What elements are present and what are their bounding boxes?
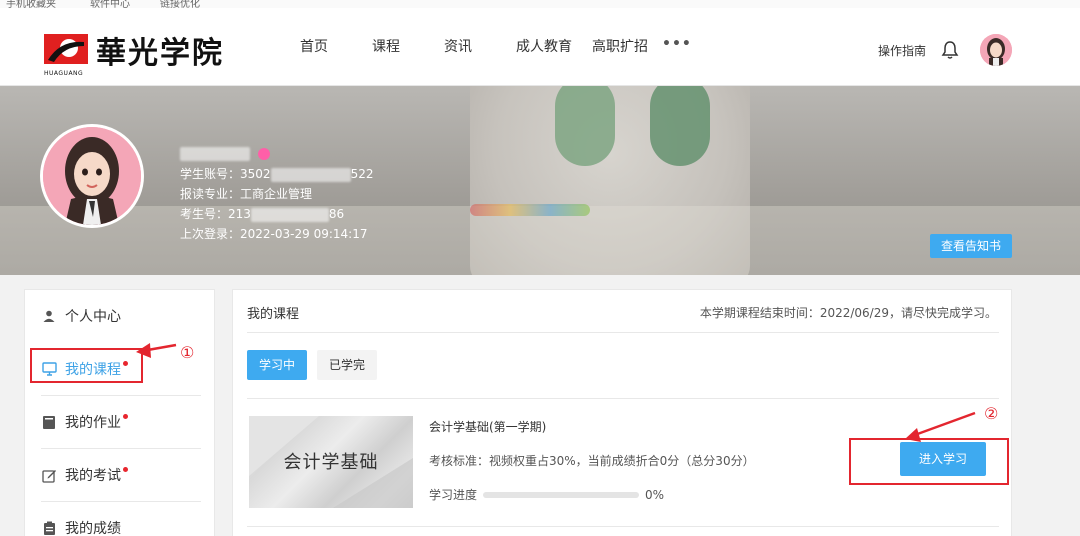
annotation-number-two: ② bbox=[984, 404, 999, 423]
annotation-number-one: ① bbox=[180, 343, 195, 362]
annotation-arrows bbox=[136, 343, 976, 442]
